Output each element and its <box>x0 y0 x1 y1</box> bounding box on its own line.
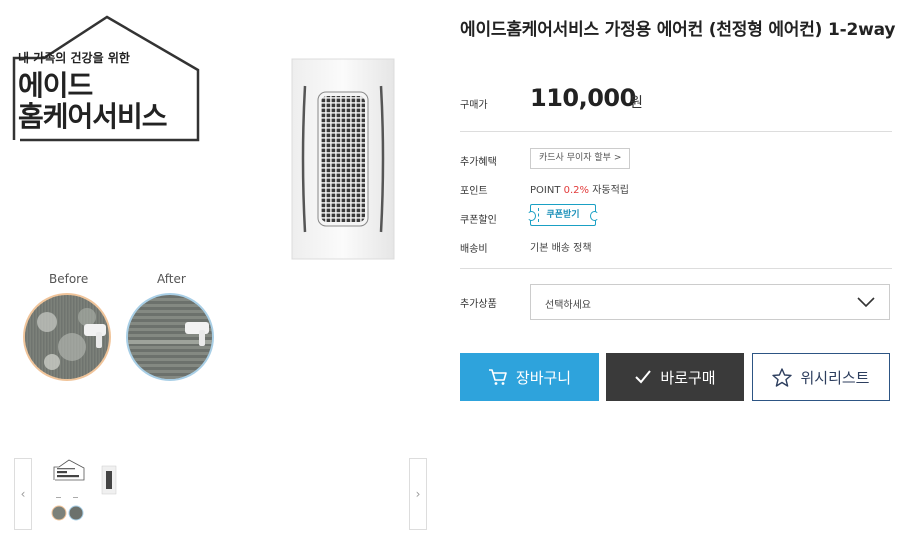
cart-icon <box>488 369 507 385</box>
coupon-button-label: 쿠폰받기 <box>546 210 580 220</box>
before-label: Before <box>49 272 89 286</box>
get-coupon-button[interactable]: 쿠폰받기 <box>527 204 599 226</box>
point-suffix: 자동적립 <box>589 185 630 196</box>
product-title: 에이드홈케어서비스 가정용 에어컨 (천정형 에어컨) 1-2way <box>460 20 896 40</box>
buy-now-label: 바로구매 <box>660 368 716 387</box>
star-icon <box>772 367 793 387</box>
additional-product-label: 추가상품 <box>460 299 497 310</box>
brand-name-line2: 홈케어서비스 <box>18 100 168 133</box>
shipping-value: 기본 배송 정책 <box>530 243 592 254</box>
price-row: 구매가 110,000 원 <box>460 84 892 132</box>
coupon-dash-line <box>538 208 539 222</box>
after-cleaning-photo <box>126 293 214 381</box>
product-info-list: 추가혜택 카드사 무이자 할부 > 포인트 POINT 0.2% 자동적립 쿠폰… <box>460 146 892 262</box>
add-to-cart-label: 장바구니 <box>515 368 572 387</box>
benefit-row: 추가혜택 카드사 무이자 할부 > <box>460 146 892 175</box>
price-value: 110,000 <box>530 84 636 112</box>
shipping-label: 배송비 <box>460 244 488 255</box>
checkmark-icon <box>635 370 652 384</box>
ceiling-air-conditioner-image <box>291 58 395 260</box>
price-unit: 원 <box>630 95 643 111</box>
chevron-down-icon <box>857 297 875 308</box>
additional-product-select[interactable]: 선택하세요 <box>530 284 890 320</box>
additional-product-row: 추가상품 선택하세요 <box>460 284 892 320</box>
coupon-label: 쿠폰할인 <box>460 215 497 226</box>
card-installment-button[interactable]: 카드사 무이자 할부 > <box>530 148 631 169</box>
additional-product-selected: 선택하세요 <box>545 300 591 311</box>
before-cleaning-photo <box>23 293 111 381</box>
thumbnail-prev-button[interactable]: ‹ <box>14 458 32 530</box>
chevron-right-icon: › <box>415 487 421 501</box>
point-row: 포인트 POINT 0.2% 자동적립 <box>460 175 892 204</box>
section-divider <box>460 268 892 269</box>
main-product-image: 내 가족의 건강을 위한 에이드 홈케어서비스 Before After <box>0 0 440 440</box>
coupon-row: 쿠폰할인 쿠폰받기 <box>460 204 892 233</box>
point-value: POINT 0.2% 자동적립 <box>530 181 629 196</box>
wishlist-button[interactable]: 위시리스트 <box>752 353 890 401</box>
price-label: 구매가 <box>460 100 488 111</box>
wishlist-label: 위시리스트 <box>800 368 870 387</box>
product-thumbnail[interactable] <box>50 458 136 530</box>
add-to-cart-button[interactable]: 장바구니 <box>460 353 599 401</box>
thumbnail-strip: ‹ › <box>14 458 427 530</box>
point-rate: 0.2% <box>563 185 590 196</box>
benefit-label: 추가혜택 <box>460 157 497 168</box>
after-label: After <box>157 272 186 286</box>
shipping-row: 배송비 기본 배송 정책 <box>460 233 892 262</box>
point-prefix: POINT <box>530 185 564 196</box>
buy-now-button[interactable]: 바로구매 <box>606 353 744 401</box>
point-label: 포인트 <box>460 186 488 197</box>
chevron-left-icon: ‹ <box>20 487 26 501</box>
thumbnail-next-button[interactable]: › <box>409 458 427 530</box>
